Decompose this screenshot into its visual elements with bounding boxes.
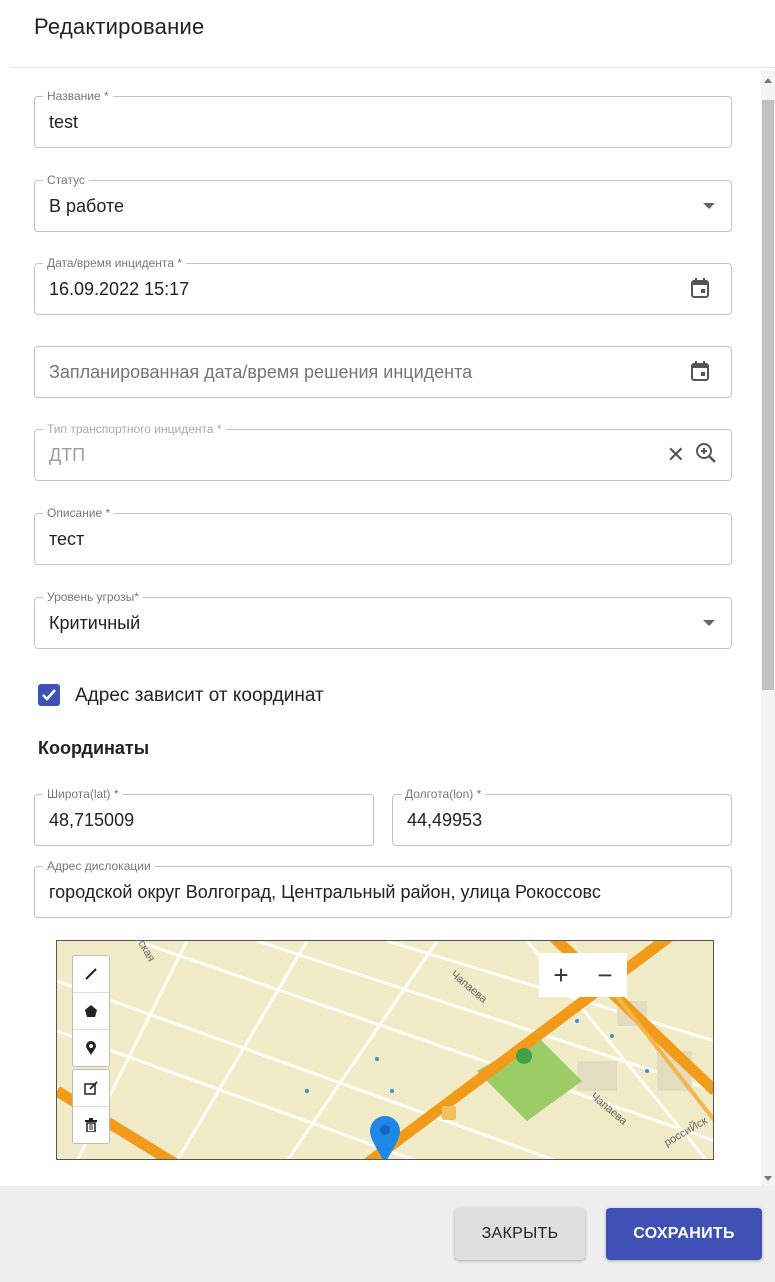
check-icon: [42, 689, 56, 701]
calendar-icon[interactable]: [691, 278, 709, 303]
chevron-down-icon[interactable]: [703, 203, 715, 209]
zoom-in-button[interactable]: +: [553, 960, 568, 991]
planned-datetime-placeholder: Запланированная дата/время решения инцид…: [49, 362, 473, 382]
address-label: Адрес дислокации: [43, 859, 155, 873]
latitude-value: 48,715009: [49, 810, 135, 830]
save-button[interactable]: СОХРАНИТЬ: [606, 1208, 762, 1260]
incident-datetime-label: Дата/время инцидента *: [43, 256, 186, 270]
title-divider: [10, 67, 775, 68]
edit-icon[interactable]: [73, 1070, 109, 1107]
longitude-field[interactable]: Долгота(lon) * 44,49953: [392, 787, 732, 846]
edit-toolbar: [72, 1069, 110, 1144]
coordinates-title: Координаты: [38, 738, 150, 758]
marker-tool-icon[interactable]: [73, 1030, 109, 1066]
name-value: test: [49, 112, 79, 132]
latitude-label: Широта(lat) *: [43, 787, 123, 801]
draw-toolbar: [72, 955, 110, 1067]
zoom-out-button[interactable]: −: [597, 960, 612, 991]
checkbox-label: Адрес зависит от координат: [75, 685, 324, 706]
calendar-icon[interactable]: [691, 361, 709, 386]
longitude-value: 44,49953: [407, 810, 483, 830]
zoom-in-icon[interactable]: [695, 442, 717, 469]
address-value: городской округ Волгоград, Центральный р…: [49, 882, 601, 902]
line-tool-icon[interactable]: [73, 956, 109, 993]
incident-type-value: ДТП: [49, 445, 86, 465]
address-depends-checkbox[interactable]: [38, 684, 60, 706]
status-select[interactable]: Статус В работе: [34, 173, 732, 232]
incident-datetime-value: 16.09.2022 15:17: [49, 279, 190, 299]
trash-icon[interactable]: [73, 1107, 109, 1143]
latitude-field[interactable]: Широта(lat) * 48,715009: [34, 787, 374, 846]
threat-level-label: Уровень угрозы*: [43, 590, 143, 604]
planned-datetime-field[interactable]: Запланированная дата/время решения инцид…: [34, 346, 732, 398]
address-field[interactable]: Адрес дислокации городской округ Волгогр…: [34, 859, 732, 918]
scrollbar-thumb[interactable]: [762, 100, 774, 690]
threat-level-select[interactable]: Уровень угрозы* Критичный: [34, 590, 732, 649]
status-value: В работе: [49, 196, 125, 216]
incident-type-field[interactable]: Тип транспортного инцидента * ДТП ✕: [34, 422, 732, 481]
status-label: Статус: [43, 173, 89, 187]
longitude-label: Долгота(lon) *: [401, 787, 486, 801]
close-button[interactable]: ЗАКРЫТЬ: [455, 1208, 585, 1260]
incident-datetime-field[interactable]: Дата/время инцидента * 16.09.2022 15:17: [34, 256, 732, 315]
close-icon[interactable]: ✕: [667, 442, 685, 468]
description-label: Описание *: [43, 506, 115, 520]
name-label: Название *: [43, 89, 113, 103]
chevron-down-icon[interactable]: [703, 620, 715, 626]
scroll-up-icon[interactable]: [764, 78, 772, 83]
dialog-title: Редактирование: [34, 14, 205, 39]
description-value: тест: [49, 529, 85, 549]
description-field[interactable]: Описание * тест: [34, 506, 732, 565]
name-field[interactable]: Название * test: [34, 89, 732, 148]
threat-level-value: Критичный: [49, 613, 141, 633]
map-zoom-control: + −: [539, 953, 627, 997]
incident-type-label: Тип транспортного инцидента *: [43, 422, 226, 436]
scroll-down-icon[interactable]: [764, 1176, 772, 1181]
polygon-tool-icon[interactable]: [73, 993, 109, 1030]
map-view[interactable]: Чапаева Чапаева ская россиЙск + −: [56, 940, 714, 1160]
